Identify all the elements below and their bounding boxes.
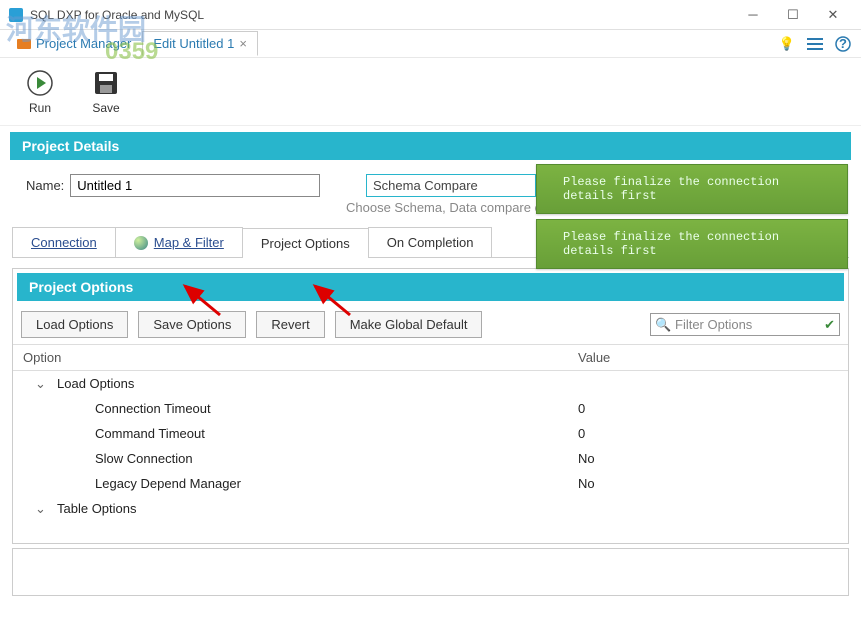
maximize-button[interactable]: ☐	[773, 1, 813, 29]
tab-project-options[interactable]: Project Options	[242, 228, 369, 258]
grid-body[interactable]: ⌄ Load Options Connection Timeout0 Comman…	[13, 371, 848, 543]
option-row[interactable]: Legacy Depend ManagerNo	[13, 471, 848, 496]
tab-project-options-label: Project Options	[261, 236, 350, 251]
play-icon	[26, 69, 54, 97]
menu-icon[interactable]	[803, 32, 827, 56]
group-load-options[interactable]: ⌄ Load Options	[13, 371, 848, 396]
filter-placeholder: Filter Options	[675, 317, 752, 332]
options-grid: Option Value ⌄ Load Options Connection Ti…	[13, 344, 848, 543]
option-name: Legacy Depend Manager	[13, 471, 568, 496]
run-button[interactable]: Run	[22, 65, 58, 119]
document-tabs: Project Manager Edit Untitled 1 × 💡 ?	[0, 30, 861, 58]
window-title: SQL DXP for Oracle and MySQL	[30, 8, 733, 22]
notice-banner-1: Please finalize the connection details f…	[536, 164, 848, 214]
filter-options-input[interactable]: 🔍 Filter Options ✔	[650, 313, 840, 336]
title-bar: SQL DXP for Oracle and MySQL ─ ☐ ✕	[0, 0, 861, 30]
tab-on-completion-label: On Completion	[387, 235, 474, 250]
make-global-default-button[interactable]: Make Global Default	[335, 311, 483, 338]
grid-header: Option Value	[13, 345, 848, 371]
option-row[interactable]: Connection Timeout0	[13, 396, 848, 421]
tab-map-filter[interactable]: Map & Filter	[115, 227, 243, 257]
compare-type-select[interactable]: Schema Compare	[366, 174, 536, 197]
tab-map-filter-label: Map & Filter	[154, 235, 224, 250]
save-icon	[92, 69, 120, 97]
status-dot-icon	[134, 236, 148, 250]
option-name: Command Timeout	[13, 421, 568, 446]
search-icon: 🔍	[655, 317, 671, 333]
run-label: Run	[29, 101, 51, 115]
option-value: 0	[568, 421, 848, 446]
save-label: Save	[92, 101, 119, 115]
project-details-header: Project Details	[10, 132, 851, 160]
app-icon	[8, 7, 24, 23]
description-box	[12, 548, 849, 596]
column-option: Option	[13, 345, 568, 370]
option-name: Slow Connection	[13, 446, 568, 471]
check-icon: ✔	[824, 317, 835, 333]
group-label: Table Options	[57, 501, 137, 516]
option-value: No	[568, 446, 848, 471]
tab-connection[interactable]: Connection	[12, 227, 116, 257]
tab-close-icon[interactable]: ×	[239, 36, 247, 51]
main-toolbar: Run Save	[0, 58, 861, 126]
project-options-panel: Project Options Load Options Save Option…	[12, 268, 849, 544]
save-button[interactable]: Save	[88, 65, 124, 119]
save-options-button[interactable]: Save Options	[138, 311, 246, 338]
option-row[interactable]: Command Timeout0	[13, 421, 848, 446]
option-row[interactable]: Slow ConnectionNo	[13, 446, 848, 471]
options-header: Project Options	[17, 273, 844, 301]
chevron-down-icon: ⌄	[35, 501, 46, 517]
tab-label: Edit Untitled 1	[153, 36, 234, 51]
close-button[interactable]: ✕	[813, 1, 853, 29]
notice-banner-2: Please finalize the connection details f…	[536, 219, 848, 269]
name-input[interactable]	[70, 174, 320, 197]
revert-button[interactable]: Revert	[256, 311, 324, 338]
option-value: No	[568, 471, 848, 496]
tab-label: Project Manager	[36, 36, 131, 51]
tab-on-completion[interactable]: On Completion	[368, 227, 493, 257]
tab-connection-label: Connection	[31, 235, 97, 250]
load-options-button[interactable]: Load Options	[21, 311, 128, 338]
chevron-down-icon: ⌄	[35, 376, 46, 392]
help-icon[interactable]: ?	[831, 32, 855, 56]
lightbulb-icon[interactable]: 💡	[775, 32, 799, 56]
project-manager-icon	[17, 37, 31, 51]
name-label: Name:	[26, 178, 64, 193]
option-name: Connection Timeout	[13, 396, 568, 421]
tab-edit-untitled[interactable]: Edit Untitled 1 ×	[142, 31, 258, 56]
tab-project-manager[interactable]: Project Manager	[6, 31, 142, 56]
option-value: 0	[568, 396, 848, 421]
compare-type-value: Schema Compare	[373, 178, 478, 193]
minimize-button[interactable]: ─	[733, 1, 773, 29]
group-label: Load Options	[57, 376, 134, 391]
column-value: Value	[568, 345, 848, 370]
group-table-options[interactable]: ⌄ Table Options	[13, 496, 848, 521]
svg-text:?: ?	[839, 36, 847, 51]
